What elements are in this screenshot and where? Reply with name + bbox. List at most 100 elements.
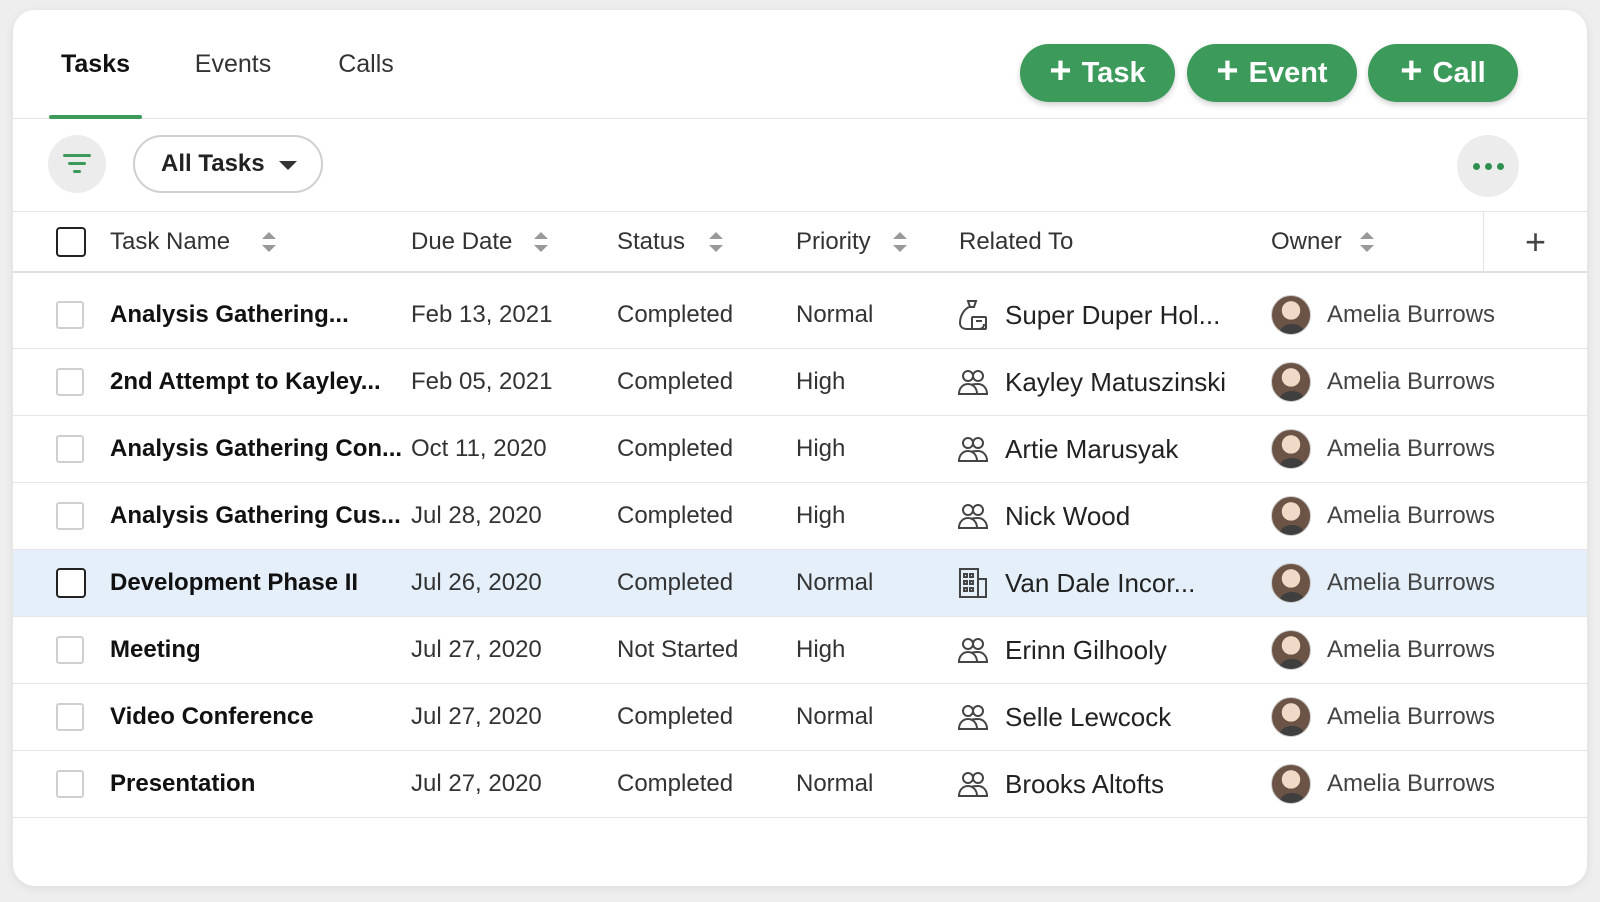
- row-checkbox[interactable]: [56, 703, 84, 731]
- view-select[interactable]: All Tasks: [133, 135, 323, 193]
- status: Completed: [617, 502, 734, 529]
- task-name-link[interactable]: Analysis Gathering...: [110, 282, 349, 348]
- tab-calls[interactable]: Calls: [328, 10, 404, 118]
- avatar: [1271, 295, 1311, 335]
- avatar: [1271, 362, 1311, 402]
- add-event-button[interactable]: + Event: [1187, 44, 1357, 102]
- related-to-label: Brooks Altofts: [1005, 768, 1164, 799]
- more-dot-icon: [1484, 162, 1492, 170]
- column-task-name[interactable]: Task Name: [110, 212, 277, 272]
- table-row[interactable]: Presentation Jul 27, 2020 Completed Normal B…: [13, 751, 1587, 818]
- owner-name: Amelia Burrows: [1327, 703, 1496, 730]
- priority: Normal: [796, 301, 874, 328]
- owner-name: Amelia Burrows: [1327, 636, 1496, 663]
- table-row[interactable]: Analysis Gathering... Feb 13, 2021 Complet…: [13, 282, 1587, 349]
- tab-events[interactable]: Events: [183, 10, 283, 118]
- row-checkbox[interactable]: [56, 368, 84, 396]
- filter-button[interactable]: [48, 135, 106, 193]
- row-checkbox[interactable]: [56, 770, 84, 798]
- table-row[interactable]: Meeting Jul 27, 2020 Not Started High Erinn …: [13, 617, 1587, 684]
- related-to[interactable]: Artie Marusyak: [955, 416, 1178, 482]
- task-name-link[interactable]: 2nd Attempt to Kayley...: [110, 349, 381, 415]
- tasks-panel: Tasks Events Calls + Task + Event + Call…: [13, 10, 1587, 886]
- priority: High: [796, 636, 846, 663]
- owner[interactable]: Amelia Burrows: [1271, 483, 1495, 549]
- related-to[interactable]: Brooks Altofts: [955, 751, 1164, 817]
- owner[interactable]: Amelia Burrows: [1271, 684, 1495, 750]
- row-checkbox[interactable]: [56, 636, 84, 664]
- related-to-label: Kayley Matuszinski: [1005, 366, 1227, 397]
- column-owner[interactable]: Owner: [1271, 212, 1374, 272]
- sort-icon[interactable]: [892, 231, 907, 253]
- priority: High: [796, 435, 846, 462]
- owner[interactable]: Amelia Burrows: [1271, 349, 1495, 415]
- top-bar: Tasks Events Calls + Task + Event + Call: [13, 10, 1587, 119]
- more-dot-icon: [1472, 162, 1480, 170]
- add-task-button[interactable]: + Task: [1020, 44, 1175, 102]
- related-to[interactable]: Van Dale Incor...: [955, 550, 1195, 616]
- task-name-link[interactable]: Development Phase II: [110, 550, 358, 616]
- status: Not Started: [617, 636, 739, 663]
- sort-icon[interactable]: [262, 231, 277, 253]
- related-to[interactable]: Selle Lewcock: [955, 684, 1171, 750]
- column-owner-label: Owner: [1271, 228, 1342, 255]
- column-priority[interactable]: Priority: [796, 212, 907, 272]
- more-options-button[interactable]: [1457, 135, 1519, 197]
- building-icon: [955, 565, 991, 601]
- table-header: Task Name Due Date Status Priority Relat…: [13, 211, 1587, 273]
- owner-name: Amelia Burrows: [1327, 301, 1496, 328]
- view-select-label: All Tasks: [161, 150, 265, 177]
- table-row[interactable]: Analysis Gathering Con... Oct 11, 2020 Com…: [13, 416, 1587, 483]
- column-related-to[interactable]: Related To: [959, 212, 1073, 272]
- owner[interactable]: Amelia Burrows: [1271, 282, 1495, 348]
- due-date: Jul 26, 2020: [411, 569, 542, 596]
- sort-icon[interactable]: [1359, 231, 1374, 253]
- status: Completed: [617, 703, 734, 730]
- owner[interactable]: Amelia Burrows: [1271, 617, 1495, 683]
- task-name-link[interactable]: Presentation: [110, 751, 255, 817]
- select-all-checkbox[interactable]: [56, 227, 86, 257]
- owner[interactable]: Amelia Burrows: [1271, 416, 1495, 482]
- column-due-date[interactable]: Due Date: [411, 212, 549, 272]
- plus-icon: +: [1049, 50, 1072, 92]
- owner[interactable]: Amelia Burrows: [1271, 550, 1495, 616]
- deal-bag-icon: [955, 297, 991, 333]
- sort-icon[interactable]: [534, 231, 549, 253]
- priority: Normal: [796, 703, 874, 730]
- task-name-link[interactable]: Meeting: [110, 617, 201, 683]
- task-name-link[interactable]: Analysis Gathering Con...: [110, 416, 402, 482]
- row-checkbox[interactable]: [56, 568, 86, 598]
- chevron-down-icon: [279, 161, 297, 170]
- tab-tasks[interactable]: Tasks: [49, 10, 142, 119]
- column-status-label: Status: [617, 228, 686, 255]
- related-to[interactable]: Erinn Gilhooly: [955, 617, 1167, 683]
- related-to[interactable]: Kayley Matuszinski: [955, 349, 1226, 415]
- related-to[interactable]: Super Duper Hol...: [955, 282, 1220, 348]
- task-name-link[interactable]: Video Conference: [110, 684, 314, 750]
- task-name-link[interactable]: Analysis Gathering Cus...: [110, 483, 401, 549]
- sort-icon[interactable]: [709, 231, 724, 253]
- add-call-button[interactable]: + Call: [1368, 44, 1518, 102]
- column-task-name-label: Task Name: [110, 228, 231, 255]
- status: Completed: [617, 368, 734, 395]
- contact-icon: [955, 431, 991, 467]
- due-date: Jul 27, 2020: [411, 636, 542, 663]
- row-checkbox[interactable]: [56, 502, 84, 530]
- avatar: [1271, 764, 1311, 804]
- priority: Normal: [796, 569, 874, 596]
- table-row[interactable]: Analysis Gathering Cus... Jul 28, 2020 Com…: [13, 483, 1587, 550]
- add-column-button[interactable]: +: [1483, 212, 1587, 272]
- row-checkbox[interactable]: [56, 435, 84, 463]
- related-to-label: Nick Wood: [1005, 500, 1131, 531]
- table-row[interactable]: Video Conference Jul 27, 2020 Completed Nor…: [13, 684, 1587, 751]
- table-row[interactable]: Development Phase II Jul 26, 2020 Complete…: [13, 550, 1587, 617]
- status: Completed: [617, 301, 734, 328]
- column-priority-label: Priority: [796, 228, 871, 255]
- related-to[interactable]: Nick Wood: [955, 483, 1130, 549]
- priority: High: [796, 502, 846, 529]
- row-checkbox[interactable]: [56, 301, 84, 329]
- column-status[interactable]: Status: [617, 212, 724, 272]
- related-to-label: Artie Marusyak: [1005, 433, 1179, 464]
- table-row[interactable]: 2nd Attempt to Kayley... Feb 05, 2021 Comp…: [13, 349, 1587, 416]
- owner[interactable]: Amelia Burrows: [1271, 751, 1495, 817]
